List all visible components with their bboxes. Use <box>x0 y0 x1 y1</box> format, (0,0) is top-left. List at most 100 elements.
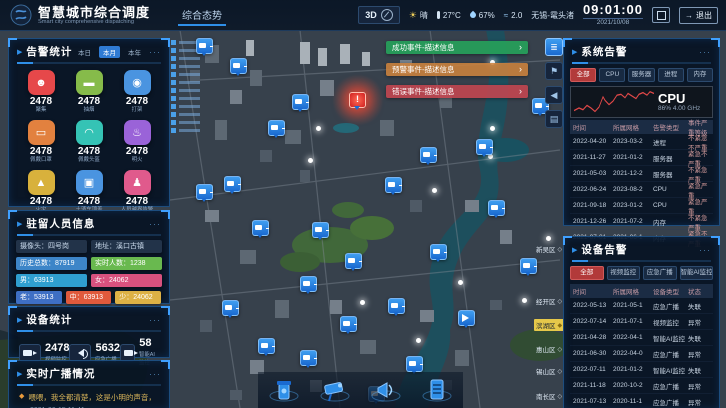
district-label[interactable]: 南长区 ◇ <box>536 391 562 401</box>
map-layer-list[interactable] <box>171 40 176 134</box>
map-marker[interactable] <box>546 236 551 241</box>
more-menu-button[interactable]: ··· <box>149 369 161 379</box>
map-marker[interactable] <box>300 276 317 292</box>
alarm-period-tab[interactable]: 本年 <box>124 46 145 58</box>
device-alarm-tab[interactable]: 应急广播 <box>643 266 677 280</box>
tab-overview[interactable]: 综合态势 <box>178 5 226 26</box>
cell-time: 2021-12-26 <box>573 218 613 225</box>
system-alarm-tab[interactable]: 服务器 <box>628 68 654 82</box>
hydrant-tool-icon[interactable] <box>266 375 302 405</box>
more-menu-button[interactable]: ··· <box>699 245 711 255</box>
server-tool-icon[interactable] <box>419 375 455 405</box>
table-row[interactable]: 2022-07-14 2021-07-1 视频监控 异常 <box>570 314 713 330</box>
map-marker[interactable] <box>458 280 463 285</box>
map-marker[interactable] <box>388 298 405 314</box>
alarm-tile[interactable]: ▲ 2478 火灾 <box>17 170 65 214</box>
map-marker[interactable] <box>300 350 317 366</box>
district-label[interactable]: 经开区 ◇ <box>536 296 562 306</box>
map-marker[interactable] <box>340 316 357 332</box>
view-3d-toggle[interactable]: 3D <box>358 6 400 24</box>
map-marker[interactable] <box>490 126 495 131</box>
more-menu-button[interactable]: ··· <box>149 47 161 57</box>
speaker-tool-icon[interactable]: ◀ <box>545 86 563 104</box>
district-label[interactable]: 滨湖区 ◆ <box>534 319 564 331</box>
map-marker[interactable] <box>385 177 402 193</box>
radio-tool-icon[interactable]: ▤ <box>545 110 563 128</box>
map-marker[interactable] <box>312 222 329 238</box>
system-alarm-tab[interactable]: 内存 <box>687 68 713 82</box>
app-header: 智慧城市综合调度 Smart city comprehensive dispat… <box>0 0 726 31</box>
flag-tool-icon[interactable]: ⚑ <box>545 62 563 80</box>
alarm-tile[interactable]: ◉ 2478 打架 <box>113 70 161 114</box>
map-marker[interactable] <box>292 94 309 110</box>
alarm-period-tab[interactable]: 本月 <box>99 46 120 58</box>
table-row[interactable]: 2021-07-13 2020-11-1 应急广播 异常 <box>570 394 713 408</box>
cctv-camera-tool-icon[interactable] <box>317 375 353 405</box>
event-banner[interactable]: 错误事件-描述信息 › <box>386 85 528 98</box>
device-alarm-panel: ▶ 设备告警 ··· 全部 视频监控 应急广播 智能AI监控 时间 所属网格 设… <box>563 236 720 408</box>
map-marker[interactable] <box>420 147 437 163</box>
more-menu-button[interactable]: ··· <box>149 315 161 325</box>
table-row[interactable]: 2021-04-28 2022-04-1 智能AI监控 失联 <box>570 330 713 346</box>
district-label[interactable]: 惠山区 ◇ <box>536 344 562 354</box>
event-banner[interactable]: 成功事件-描述信息 › <box>386 41 528 54</box>
map-marker[interactable] <box>349 92 366 108</box>
alarm-tile[interactable]: ◠ 2478 佩戴头盔 <box>65 120 113 164</box>
map-marker[interactable] <box>432 188 437 193</box>
table-row[interactable]: 2021-06-30 2022-04-0 应急广播 异常 <box>570 346 713 362</box>
alarm-tile[interactable]: ♟ 2478 人员越界告警 <box>113 170 161 214</box>
cell-type: 视频监控 <box>653 317 688 327</box>
event-banner-text: 成功事件-描述信息 <box>392 42 455 53</box>
alarm-tile[interactable]: ▬ 2478 抽烟 <box>65 70 113 114</box>
event-banner[interactable]: 预警事件-描述信息 › <box>386 63 528 76</box>
table-row[interactable]: 2021-11-18 2020-10-2 应急广播 异常 <box>570 378 713 394</box>
table-row[interactable]: 2022-07-11 2021-01-2 智能AI监控 失联 <box>570 362 713 378</box>
map-marker[interactable] <box>476 139 493 155</box>
map-marker[interactable] <box>258 338 275 354</box>
map-marker[interactable] <box>520 258 537 274</box>
alarm-tile[interactable]: ▭ 2478 佩戴口罩 <box>17 120 65 164</box>
map-marker[interactable] <box>522 298 527 303</box>
system-alarm-tab[interactable]: CPU <box>599 68 625 82</box>
device-alarm-tab[interactable]: 全部 <box>570 266 604 280</box>
alarm-tile[interactable]: ▣ 2478 土渣车顶盖 <box>65 170 113 214</box>
map-marker[interactable] <box>416 338 421 343</box>
more-menu-button[interactable]: ··· <box>149 219 161 229</box>
map-marker[interactable] <box>430 244 447 260</box>
alarm-tile[interactable]: ☻ 2478 聚集 <box>17 70 65 114</box>
panel-arrow-icon: ▶ <box>17 48 22 56</box>
map-marker[interactable] <box>316 126 321 131</box>
district-label[interactable]: 锡山区 ◇ <box>536 366 562 376</box>
alarm-tile-icon: ☻ <box>28 70 55 95</box>
map-marker[interactable] <box>458 310 475 326</box>
exit-button[interactable]: → 退出 <box>679 7 718 24</box>
map-marker[interactable] <box>360 300 365 305</box>
personnel-title: 驻留人员信息 <box>26 216 149 231</box>
map-marker[interactable] <box>230 58 247 74</box>
map-marker[interactable] <box>488 200 505 216</box>
map-marker[interactable] <box>308 158 313 163</box>
alarm-tile[interactable]: ♨ 2478 明火 <box>113 120 161 164</box>
device-alarm-tab[interactable]: 智能AI监控 <box>680 266 714 280</box>
map-marker[interactable] <box>224 176 241 192</box>
system-alarm-tab[interactable]: 进程 <box>658 68 684 82</box>
more-menu-button[interactable]: ··· <box>699 47 711 57</box>
layers-tool-icon[interactable]: ≣ <box>545 38 563 56</box>
device-alarm-tab[interactable]: 视频监控 <box>607 266 641 280</box>
district-label[interactable]: 新吴区 ◇ <box>536 244 562 254</box>
system-alarm-tab[interactable]: 全部 <box>570 68 596 82</box>
map-marker[interactable] <box>406 356 423 372</box>
table-row[interactable]: 2022-05-13 2021-05-1 应急广播 失联 <box>570 298 713 314</box>
diamond-icon: ◇ <box>558 246 563 253</box>
map-marker[interactable] <box>345 253 362 269</box>
map-marker[interactable] <box>268 120 285 136</box>
map-marker[interactable] <box>196 38 213 54</box>
map-marker[interactable] <box>252 220 269 236</box>
map-marker[interactable] <box>222 300 239 316</box>
loudspeaker-tool-icon[interactable] <box>368 375 404 405</box>
alarm-period-tab[interactable]: 本日 <box>74 46 95 58</box>
fullscreen-button[interactable] <box>652 7 670 23</box>
weather-temp: 27°C <box>437 11 461 20</box>
map-marker[interactable] <box>196 184 213 200</box>
cell-grid: 2021-07-1 <box>613 318 653 325</box>
